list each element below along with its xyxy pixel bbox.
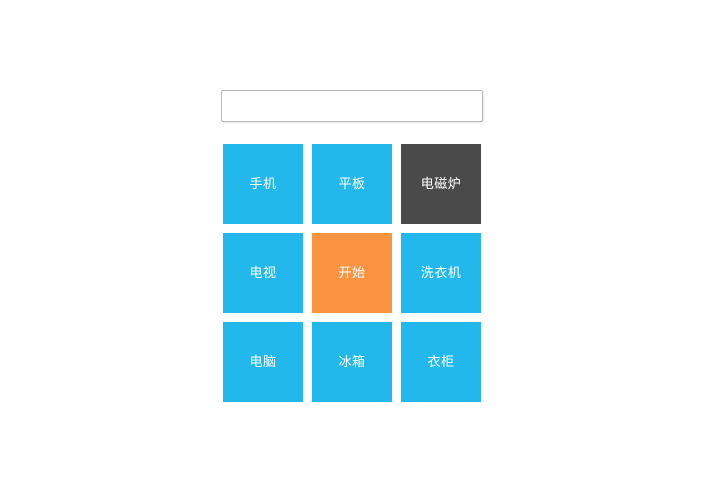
tile[interactable]: 开始 bbox=[312, 233, 392, 313]
tile-label: 开始 bbox=[338, 265, 366, 281]
tile-grid: 手机 平板 电磁炉 电视 开始 洗衣机 电脑 冰箱 衣柜 bbox=[223, 144, 481, 402]
tile[interactable]: 手机 bbox=[223, 144, 303, 224]
tile[interactable]: 冰箱 bbox=[312, 322, 392, 402]
tile-label: 洗衣机 bbox=[420, 265, 462, 281]
tile[interactable]: 电磁炉 bbox=[401, 144, 481, 224]
tile[interactable]: 电视 bbox=[223, 233, 303, 313]
tile-label: 平板 bbox=[338, 176, 366, 192]
tile-label: 电磁炉 bbox=[420, 176, 462, 192]
search-input[interactable] bbox=[221, 90, 483, 122]
tile[interactable]: 平板 bbox=[312, 144, 392, 224]
tile-label: 衣柜 bbox=[427, 354, 455, 370]
tile[interactable]: 衣柜 bbox=[401, 322, 481, 402]
tile-label: 电脑 bbox=[249, 354, 277, 370]
tile[interactable]: 洗衣机 bbox=[401, 233, 481, 313]
tile-label: 电视 bbox=[249, 265, 277, 281]
tile[interactable]: 电脑 bbox=[223, 322, 303, 402]
tile-label: 冰箱 bbox=[338, 354, 366, 370]
search-input-row bbox=[221, 90, 483, 122]
tile-label: 手机 bbox=[249, 176, 277, 192]
app-root: 手机 平板 电磁炉 电视 开始 洗衣机 电脑 冰箱 衣柜 bbox=[0, 0, 710, 501]
